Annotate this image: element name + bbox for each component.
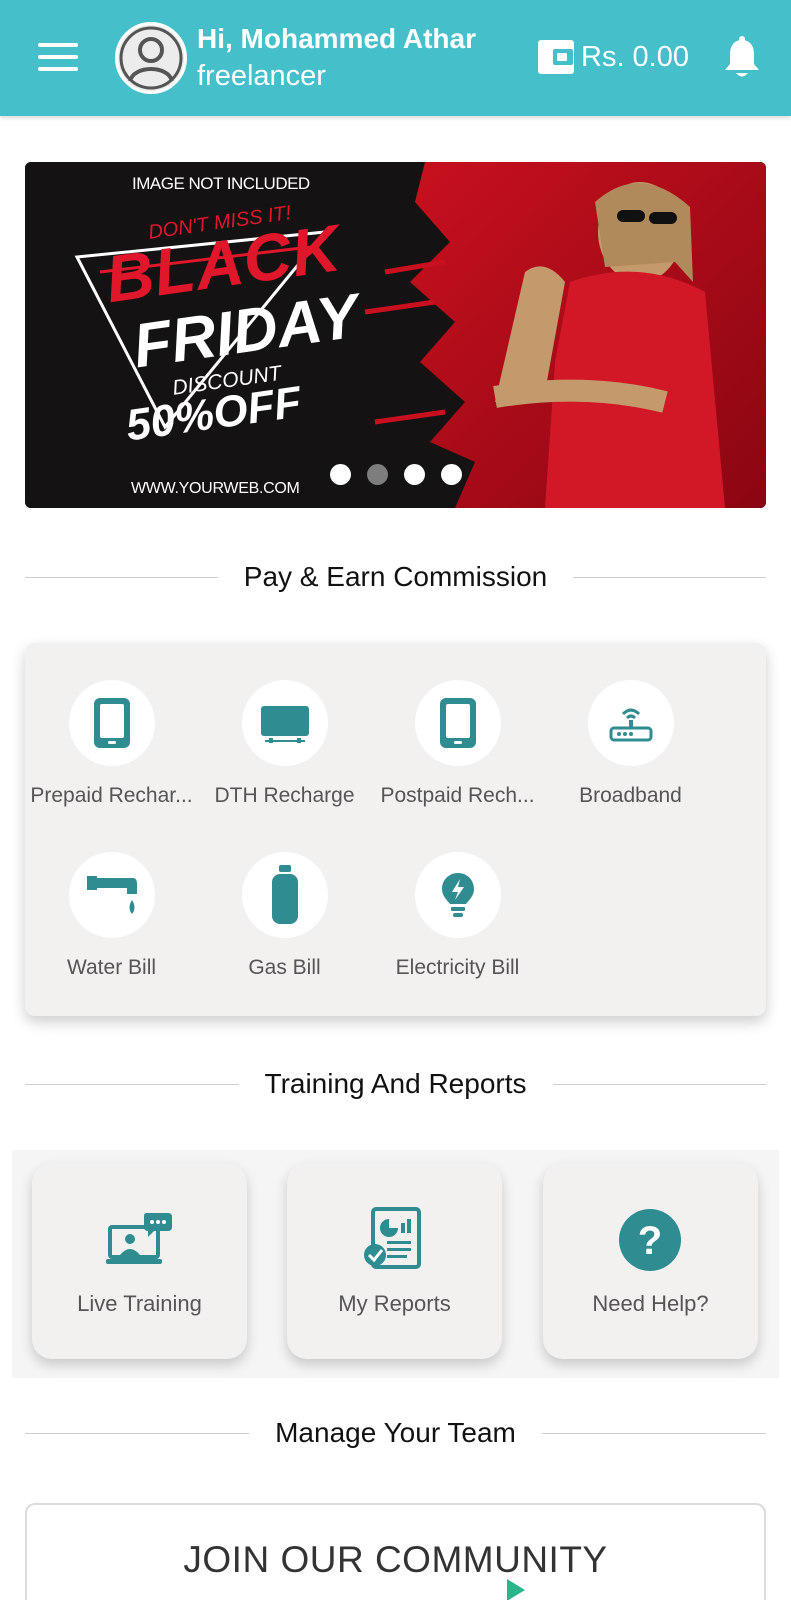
user-role: freelancer [197, 60, 326, 92]
service-postpaid[interactable]: Postpaid Rech... [371, 680, 544, 808]
banner-website: WWW.YOURWEB.COM [131, 480, 300, 497]
service-label: Gas Bill [248, 956, 321, 979]
divider [573, 576, 766, 578]
service-label: Postpaid Rech... [380, 784, 535, 807]
tv-icon [260, 706, 309, 743]
service-label: Water Bill [66, 956, 157, 979]
tile-need-help[interactable]: ? Need Help? [543, 1163, 758, 1359]
carousel-dot-active[interactable] [367, 464, 388, 485]
greeting-name: Hi, Mohammed Athar [197, 23, 476, 54]
carousel-dots [330, 464, 478, 485]
mobile-icon [439, 698, 476, 748]
service-water[interactable]: Water Bill [25, 852, 198, 980]
service-icon-circle [241, 852, 328, 938]
tile-label: My Reports [338, 1291, 451, 1316]
service-icon-circle [68, 852, 155, 938]
divider [25, 1432, 250, 1434]
banner-not-included: IMAGE NOT INCLUDED [132, 174, 310, 193]
service-label: Prepaid Rechar... [30, 784, 193, 807]
divider [25, 576, 218, 578]
service-icon-circle [241, 680, 328, 766]
services-card: Prepaid Rechar... DTH Recharge Postpaid … [25, 643, 766, 1016]
join-community-card[interactable]: JOIN OUR COMMUNITY [25, 1503, 766, 1600]
section-title-team: Manage Your Team [275, 1417, 516, 1448]
menu-icon[interactable] [38, 43, 78, 71]
promo-banner[interactable]: IMAGE NOT INCLUDED DON'T MISS IT! BLACK … [25, 162, 766, 508]
section-title-pay: Pay & Earn Commission [243, 561, 548, 592]
help-icon: ? [619, 1209, 681, 1271]
service-label: Electricity Bill [395, 956, 520, 979]
app-header: Hi, Mohammed Athar freelancer Rs. 0.00 [0, 0, 791, 116]
community-title: JOIN OUR COMMUNITY [183, 1539, 608, 1580]
avatar[interactable] [115, 22, 187, 94]
tile-my-reports[interactable]: My Reports [287, 1163, 502, 1359]
service-icon-circle [587, 680, 674, 766]
section-pay-header: Pay & Earn Commission [25, 557, 766, 597]
service-electricity[interactable]: Electricity Bill [371, 852, 544, 980]
service-icon-circle [68, 680, 155, 766]
mobile-icon [93, 698, 130, 748]
divider [541, 1432, 766, 1434]
tile-label: Live Training [77, 1291, 202, 1316]
report-icon [364, 1207, 421, 1269]
section-team-header: Manage Your Team [25, 1413, 766, 1453]
gas-cylinder-icon [271, 865, 298, 924]
wallet-amount: Rs. 0.00 [581, 40, 689, 73]
bell-icon[interactable] [722, 36, 762, 80]
bulb-icon [441, 873, 474, 917]
divider [25, 1083, 239, 1085]
carousel-dot[interactable] [404, 464, 425, 485]
service-icon-circle [414, 852, 501, 938]
play-icon [507, 1579, 525, 1600]
divider [552, 1083, 766, 1085]
wallet-icon [538, 40, 574, 74]
user-greeting: Hi, Mohammed Athar freelancer [197, 20, 476, 94]
service-label: Broadband [579, 784, 682, 807]
tile-live-training[interactable]: Live Training [32, 1163, 247, 1359]
wallet-balance[interactable]: Rs. 0.00 [537, 38, 689, 76]
tile-label: Need Help? [592, 1291, 709, 1316]
tap-icon [86, 876, 137, 914]
svg-text:?: ? [638, 1219, 662, 1263]
section-training-header: Training And Reports [25, 1064, 766, 1104]
service-dth[interactable]: DTH Recharge [198, 680, 371, 808]
carousel-dot[interactable] [441, 464, 462, 485]
carousel-dot[interactable] [330, 464, 351, 485]
service-prepaid[interactable]: Prepaid Rechar... [25, 680, 198, 808]
service-broadband[interactable]: Broadband [544, 680, 717, 808]
live-training-icon [106, 1213, 172, 1264]
service-gas[interactable]: Gas Bill [198, 852, 371, 980]
router-icon [609, 708, 652, 742]
avatar-icon [118, 25, 184, 91]
section-title-training: Training And Reports [264, 1068, 527, 1099]
service-icon-circle [414, 680, 501, 766]
service-label: DTH Recharge [214, 784, 355, 807]
